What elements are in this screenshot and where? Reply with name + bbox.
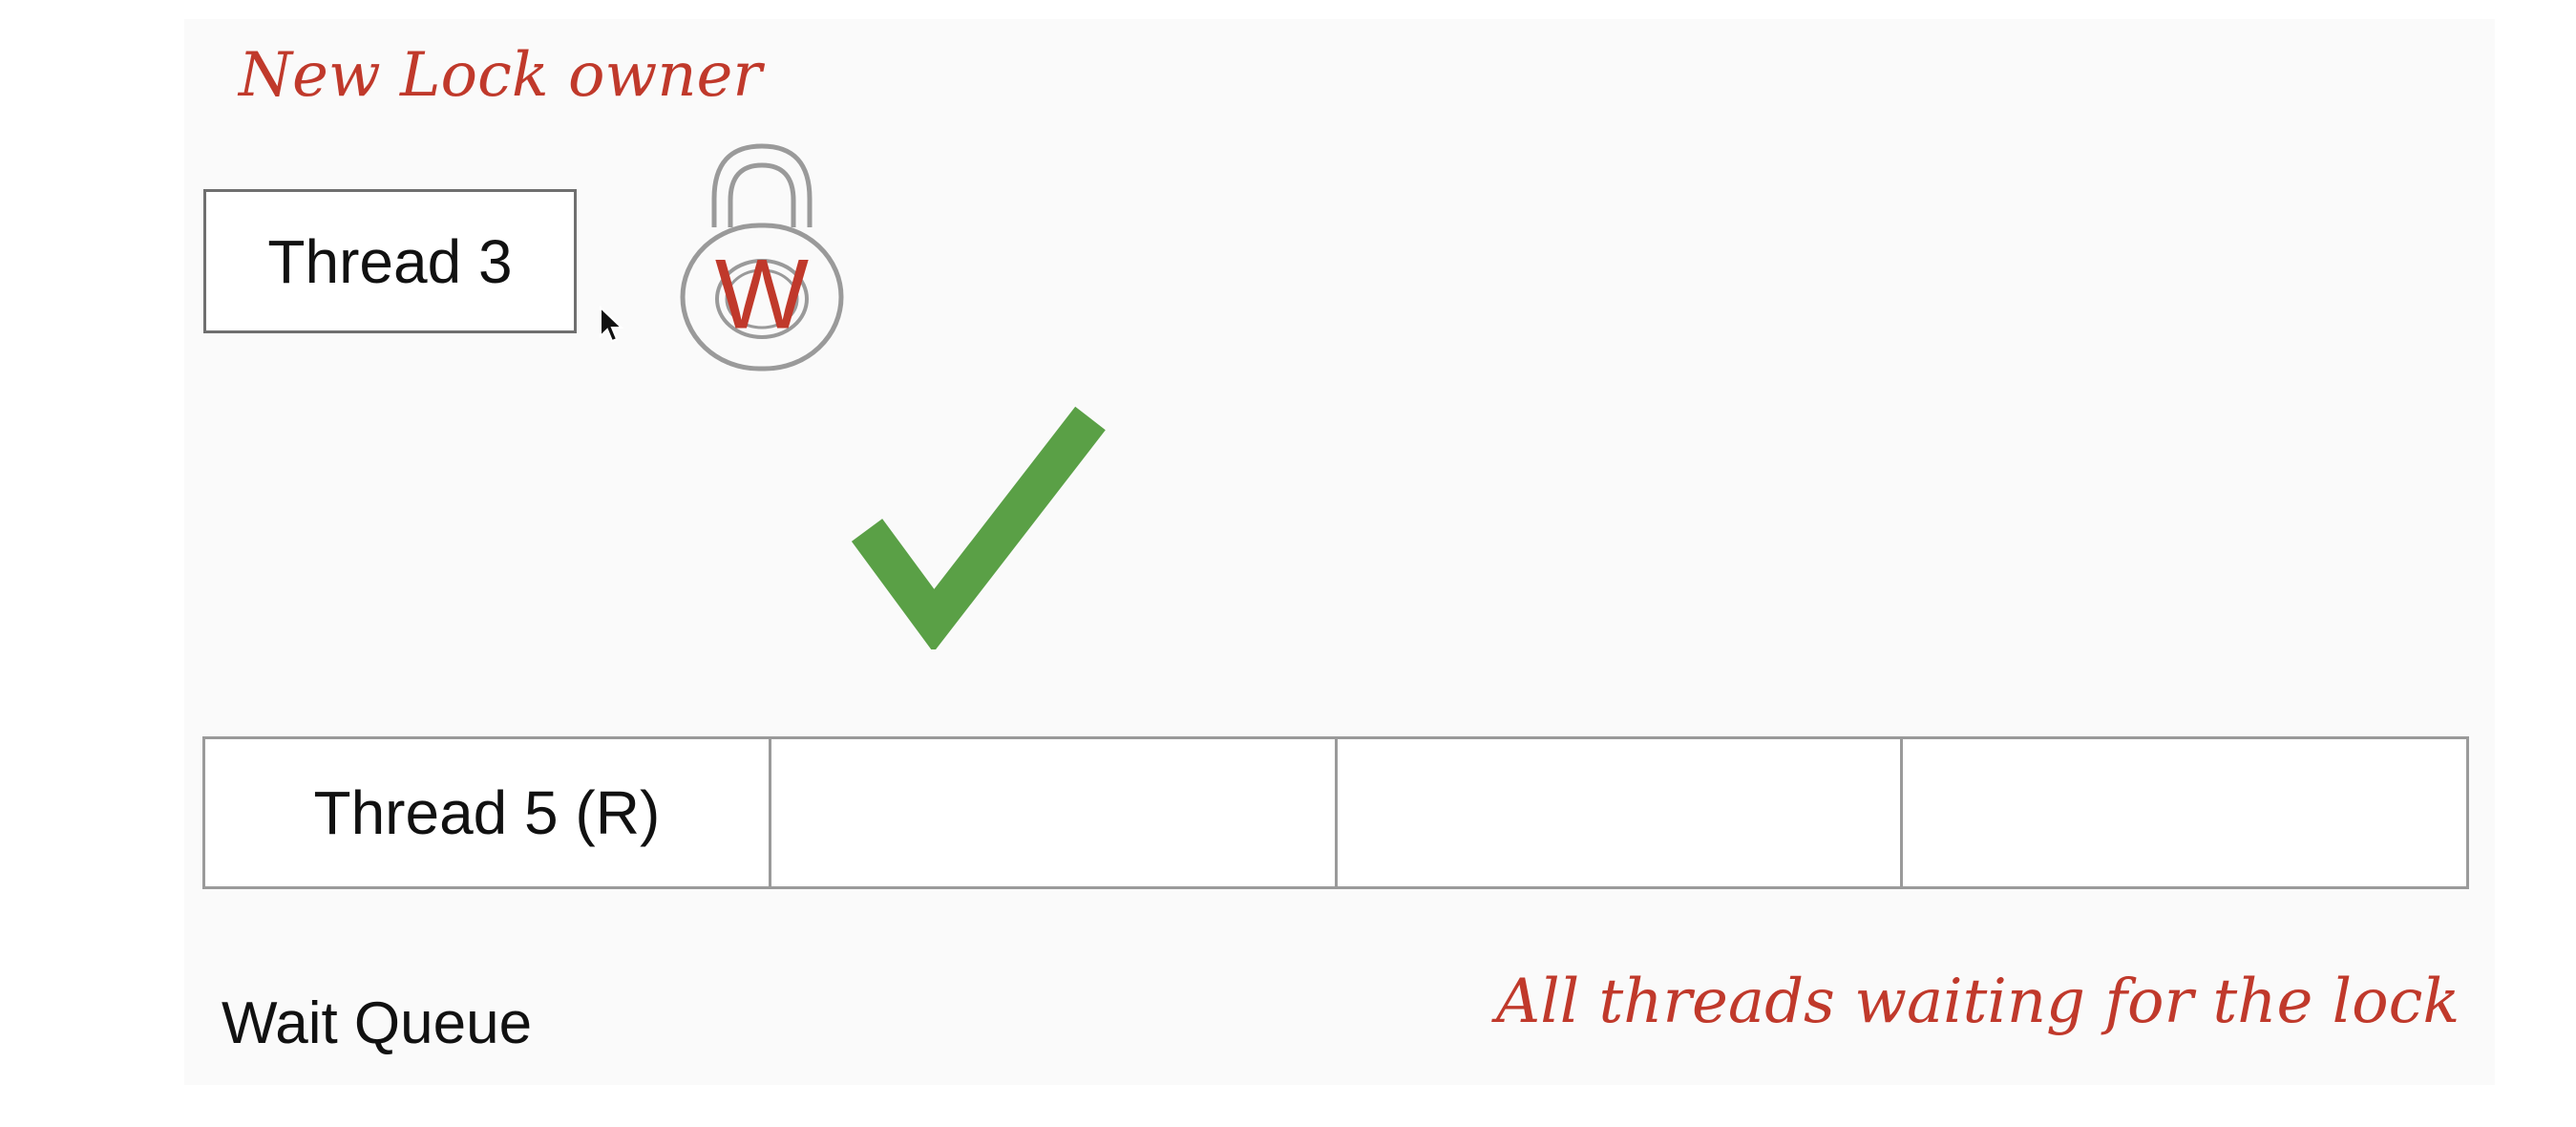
lock-mode-letter: W xyxy=(715,239,809,350)
wait-queue-label: Wait Queue xyxy=(222,990,533,1056)
checkmark-icon xyxy=(851,406,1106,649)
queue-slot: Thread 5 (R) xyxy=(205,739,771,886)
mouse-cursor-icon xyxy=(600,306,623,343)
lock-owner-box: Thread 3 xyxy=(203,189,577,333)
queue-slot xyxy=(771,739,1338,886)
queue-slot xyxy=(1903,739,2466,886)
wait-queue: Thread 5 (R) xyxy=(202,736,2469,889)
padlock-icon: W xyxy=(680,143,844,372)
diagram-canvas xyxy=(184,19,2495,1085)
queue-slot xyxy=(1338,739,1904,886)
owner-annotation: New Lock owner xyxy=(239,40,762,111)
queue-annotation: All threads waiting for the lock xyxy=(1496,967,2460,1037)
